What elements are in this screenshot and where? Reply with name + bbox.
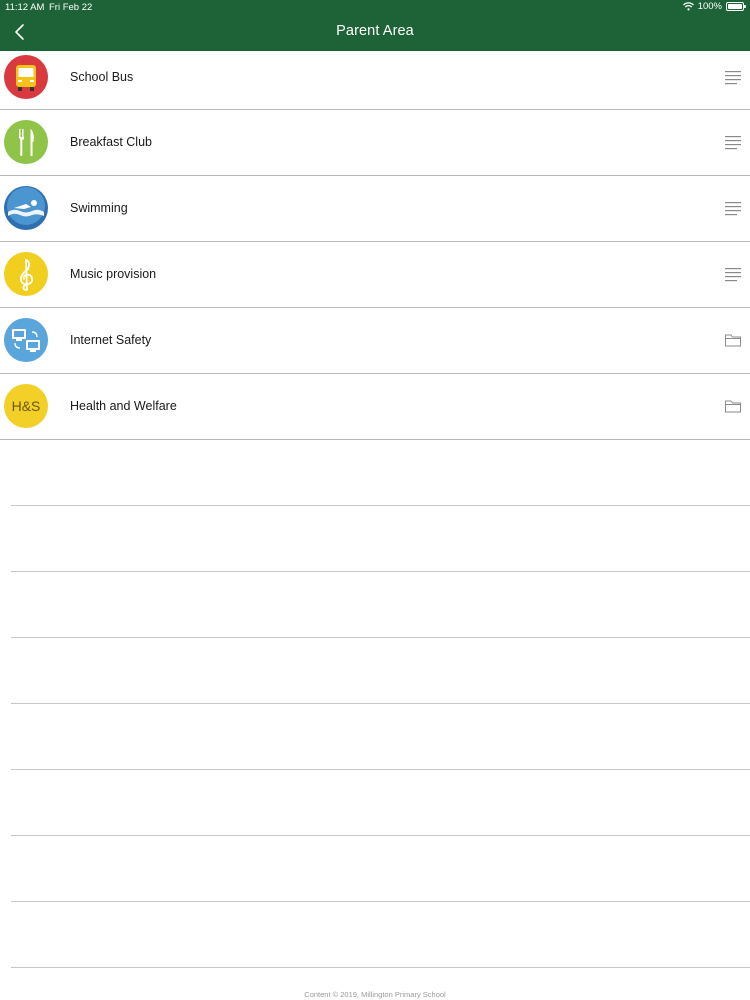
status-time: 11:12 AM (5, 2, 45, 13)
computers-icon (4, 318, 48, 362)
status-right: 100% (682, 1, 746, 12)
list-item-label: Swimming (70, 201, 128, 215)
treble-clef-icon (4, 252, 48, 296)
folder-icon (725, 334, 741, 347)
wifi-icon (682, 2, 694, 11)
empty-row-separator (11, 505, 750, 506)
empty-row-separator (11, 967, 750, 968)
empty-row-separator (11, 769, 750, 770)
list-item-breakfast-club[interactable]: Breakfast Club (0, 110, 750, 176)
list-item-school-bus[interactable]: School Bus (0, 51, 750, 110)
hs-badge-text: H&S (12, 398, 41, 414)
list-item-swimming[interactable]: Swimming (0, 176, 750, 242)
battery-icon (726, 2, 746, 11)
list-item-label: Health and Welfare (70, 399, 177, 413)
list-item-label: Breakfast Club (70, 135, 152, 149)
list-lines-icon (725, 71, 741, 85)
school-bus-icon (4, 55, 48, 99)
list-item-label: Internet Safety (70, 333, 152, 347)
list-item-label: School Bus (70, 70, 134, 84)
status-bar: 11:12 AM Fri Feb 22 100% (0, 0, 750, 14)
list-lines-icon (725, 268, 741, 282)
empty-row-separator (11, 835, 750, 836)
list-lines-icon (725, 136, 741, 150)
navigation-bar: 11:12 AM Fri Feb 22 100% Parent Area (0, 0, 750, 51)
list-lines-icon (725, 202, 741, 216)
list-item-label: Music provision (70, 267, 157, 281)
swimmer-icon (4, 186, 48, 230)
empty-row-separator (11, 703, 750, 704)
folder-icon (725, 400, 741, 413)
empty-row-separator (11, 571, 750, 572)
empty-row-separator (11, 901, 750, 902)
parent-area-list: School Bus Breakfast Club Swimming Music… (0, 51, 750, 440)
list-item-health-and-welfare[interactable]: H&S Health and Welfare (0, 374, 750, 440)
list-item-music-provision[interactable]: Music provision (0, 242, 750, 308)
status-date: Fri Feb 22 (49, 2, 93, 13)
cutlery-icon (4, 120, 48, 164)
empty-row-separator (11, 637, 750, 638)
footer-copyright: Content © 2019, Millington Primary Schoo… (304, 990, 446, 999)
list-item-internet-safety[interactable]: Internet Safety (0, 308, 750, 374)
battery-percent: 100% (697, 1, 722, 12)
page-title: Parent Area (336, 23, 414, 39)
hs-badge-icon: H&S (4, 384, 48, 428)
